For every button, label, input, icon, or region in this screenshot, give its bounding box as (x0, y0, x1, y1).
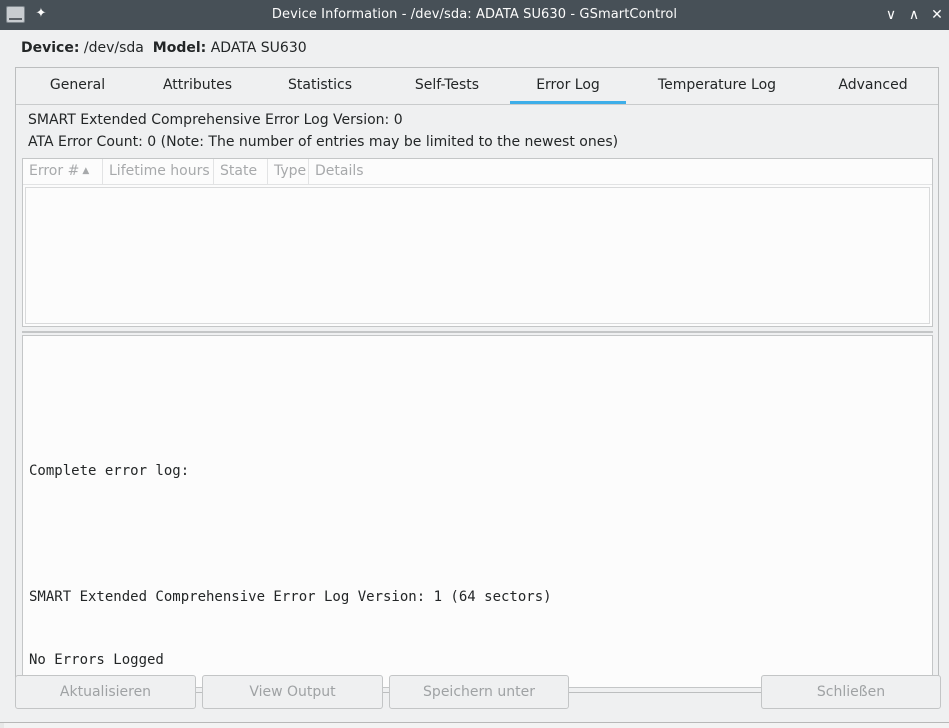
column-type[interactable]: Type (268, 159, 309, 184)
sort-ascending-icon: ▲ (82, 166, 90, 176)
complete-error-log-text[interactable]: Complete error log: SMART Extended Compr… (22, 335, 933, 688)
tab-general[interactable]: General (16, 68, 139, 104)
log-line: No Errors Logged (29, 652, 164, 668)
tab-bar: General Attributes Statistics Self-Tests… (16, 68, 938, 105)
tab-statistics[interactable]: Statistics (256, 68, 384, 104)
error-log-version: SMART Extended Comprehensive Error Log V… (28, 112, 403, 128)
maximize-icon[interactable]: ∧ (904, 5, 924, 25)
column-state[interactable]: State (214, 159, 268, 184)
error-table[interactable]: Error # ▲ Lifetime hours State Type Detai… (22, 158, 933, 327)
tab-error-log[interactable]: Error Log (510, 68, 626, 104)
save-as-button[interactable]: Speichern unter (389, 675, 569, 709)
model-value: ADATA SU630 (210, 40, 307, 56)
tab-self-tests[interactable]: Self-Tests (384, 68, 510, 104)
device-value: /dev/sda (83, 40, 144, 56)
tab-temperature-log[interactable]: Temperature Log (626, 68, 808, 104)
window-title: Device Information - /dev/sda: ADATA SU6… (271, 7, 678, 22)
device-summary: Device: /dev/sda Model: ADATA SU630 (21, 40, 307, 56)
device-label: Device: (21, 40, 80, 56)
tab-notebook: General Attributes Statistics Self-Tests… (15, 67, 939, 693)
error-table-header: Error # ▲ Lifetime hours State Type Detai… (23, 159, 932, 185)
close-icon[interactable]: ✕ (927, 5, 947, 25)
window-content: Device: /dev/sda Model: ADATA SU630 Gene… (0, 30, 949, 722)
window-titlebar[interactable]: ✦ Device Information - /dev/sda: ADATA S… (0, 0, 949, 30)
pane-separator[interactable] (22, 331, 933, 333)
column-lifetime-hours[interactable]: Lifetime hours (103, 159, 214, 184)
log-line: SMART Extended Comprehensive Error Log V… (29, 589, 552, 605)
log-line: Complete error log: (29, 463, 190, 479)
device-info-window: ✦ Device Information - /dev/sda: ADATA S… (0, 0, 949, 723)
tab-attributes[interactable]: Attributes (139, 68, 256, 104)
error-log-panel: SMART Extended Comprehensive Error Log V… (16, 105, 938, 692)
close-button[interactable]: Schließen (761, 675, 941, 709)
tab-advanced[interactable]: Advanced (808, 68, 938, 104)
model-label: Model: (152, 40, 207, 56)
refresh-button[interactable]: Aktualisieren (15, 675, 196, 709)
minimize-icon[interactable]: ∨ (881, 5, 901, 25)
column-error-number-label: Error # (29, 163, 80, 179)
view-output-button[interactable]: View Output (202, 675, 383, 709)
column-details[interactable]: Details (309, 159, 932, 184)
error-table-body[interactable] (25, 187, 930, 324)
ata-error-count: ATA Error Count: 0 (Note: The number of … (28, 134, 619, 150)
column-error-number[interactable]: Error # ▲ (23, 159, 103, 184)
